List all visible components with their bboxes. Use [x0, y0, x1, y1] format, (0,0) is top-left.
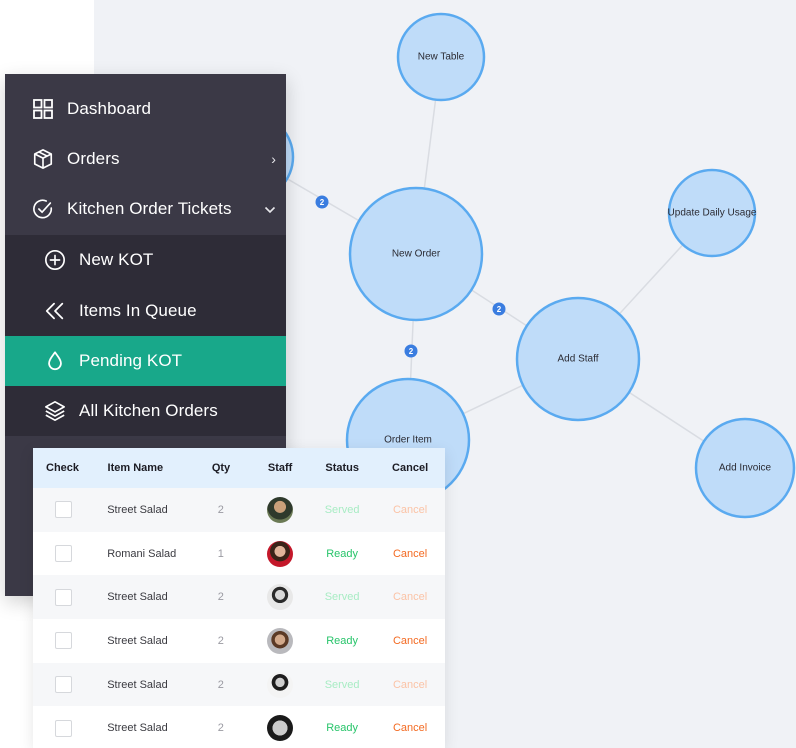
chevron-right-icon[interactable]: ›: [271, 151, 276, 167]
row-checkbox[interactable]: [54, 545, 72, 563]
row-checkbox[interactable]: [54, 588, 72, 606]
sidebar-item-label: New KOT: [79, 250, 154, 269]
check-cell: [33, 545, 93, 563]
check-cell: [33, 588, 93, 606]
item-name: Street Salad: [107, 503, 168, 516]
sidebar-item-orders[interactable]: Orders ›: [5, 134, 286, 184]
staff-cell: [251, 496, 309, 523]
header-check: Check: [46, 462, 80, 474]
row-checkbox[interactable]: [54, 501, 72, 519]
node-label: Order Item: [384, 435, 432, 446]
cancel-button[interactable]: Cancel: [375, 504, 445, 516]
sidebar-item-label: Dashboard: [67, 99, 152, 118]
item-name: Street Salad: [107, 678, 168, 691]
staff-cell: [251, 715, 309, 742]
edge-count-label: 2: [497, 305, 502, 314]
check-circle-icon: [31, 197, 55, 221]
staff-cell: [251, 627, 309, 654]
status-label: Served: [324, 678, 360, 691]
item-name: Street Salad: [107, 634, 168, 647]
table-row: Street Salad 2 Ready Cancel: [33, 706, 445, 748]
node-label: Add Invoice: [719, 463, 772, 474]
status-label: Ready: [326, 634, 359, 647]
item-qty: 2: [217, 503, 224, 516]
check-cell: [33, 719, 93, 737]
sidebar-item-items-in-queue[interactable]: Items In Queue: [5, 286, 286, 336]
check-cell: [33, 676, 93, 694]
table-row: Street Salad 2 Ready Cancel: [33, 619, 445, 663]
item-qty: 2: [217, 678, 224, 691]
chevron-down-icon[interactable]: [264, 201, 276, 217]
kot-table: Check Item Name Qty Staff Status Cancel …: [33, 448, 445, 748]
cancel-button[interactable]: Cancel: [375, 635, 445, 647]
status-label: Ready: [326, 722, 359, 735]
sidebar-item-dashboard[interactable]: Dashboard: [5, 84, 286, 134]
staff-cell: [251, 540, 309, 567]
layers-icon: [43, 399, 67, 423]
node-label: New Order: [392, 249, 441, 260]
cancel-button[interactable]: Cancel: [375, 591, 445, 603]
cancel-button[interactable]: Cancel: [375, 722, 445, 734]
sidebar-item-kitchen-order-tickets[interactable]: Kitchen Order Tickets: [5, 184, 286, 234]
header-staff: Staff: [267, 462, 293, 474]
status-label: Served: [324, 503, 360, 516]
check-cell: [33, 501, 93, 519]
check-cell: [33, 632, 93, 650]
item-qty: 2: [217, 634, 224, 647]
sidebar-item-pending-kot[interactable]: Pending KOT: [5, 336, 286, 386]
box-icon: [31, 147, 55, 171]
double-chevron-left-icon: [43, 299, 67, 323]
header-cancel: Cancel: [392, 462, 429, 474]
table-body: Street Salad 2 Served Cancel Romani Salad 1 Re…: [33, 488, 445, 748]
edge-count-label: 2: [320, 198, 325, 207]
sidebar-item-label: Items In Queue: [79, 301, 197, 320]
item-name: Romani Salad: [107, 547, 177, 560]
staff-avatar: [266, 540, 293, 567]
status-label: Ready: [326, 547, 359, 560]
header-qty: Qty: [211, 462, 231, 474]
staff-cell: [251, 584, 309, 611]
sidebar-item-label: All Kitchen Orders: [79, 401, 218, 420]
header-status: Status: [325, 462, 360, 474]
staff-avatar: [266, 627, 293, 654]
header-item-name: Item Name: [107, 462, 164, 474]
node-label: New Table: [418, 52, 465, 63]
cancel-button[interactable]: Cancel: [375, 679, 445, 691]
sidebar-item-all-kitchen-orders[interactable]: All Kitchen Orders: [5, 386, 286, 436]
item-name: Street Salad: [107, 722, 168, 735]
status-label: Served: [324, 591, 360, 604]
row-checkbox[interactable]: [54, 676, 72, 694]
table-header: Check Item Name Qty Staff Status Cancel: [33, 448, 445, 488]
plus-circle-icon: [43, 248, 67, 272]
item-name: Street Salad: [107, 591, 168, 604]
table-row: Street Salad 2 Served Cancel: [33, 575, 445, 620]
table-row: Street Salad 2 Served Cancel: [33, 662, 445, 707]
table-row: Street Salad 2 Served Cancel: [33, 488, 445, 532]
cancel-button[interactable]: Cancel: [375, 548, 445, 560]
row-checkbox[interactable]: [54, 632, 72, 650]
edge-count-label: 2: [409, 347, 414, 356]
item-qty: 2: [217, 722, 224, 735]
drop-icon: [43, 349, 67, 373]
sidebar-item-label: Kitchen Order Tickets: [67, 199, 232, 218]
table-row: Romani Salad 1 Ready Cancel: [33, 531, 445, 576]
sidebar-item-new-kot[interactable]: New KOT: [5, 235, 286, 285]
item-qty: 2: [217, 591, 224, 604]
node-label: Update Daily Usage: [668, 208, 757, 219]
sidebar-item-label: Orders: [67, 149, 120, 168]
staff-avatar: [266, 715, 293, 742]
staff-avatar: [266, 584, 293, 611]
item-qty: 1: [217, 547, 224, 560]
sidebar-item-label: Pending KOT: [79, 351, 183, 370]
node-label: Add Staff: [558, 354, 599, 365]
staff-avatar: [266, 496, 293, 523]
staff-cell: [251, 671, 309, 698]
grid-icon: [31, 97, 55, 121]
row-checkbox[interactable]: [54, 719, 72, 737]
staff-avatar: [266, 671, 293, 698]
